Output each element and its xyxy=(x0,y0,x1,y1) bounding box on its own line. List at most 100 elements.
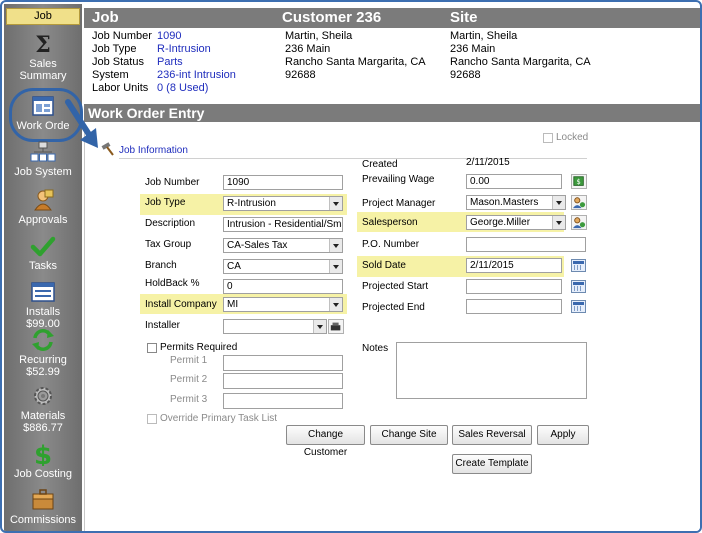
customer-title: Customer 236 xyxy=(282,9,382,26)
svg-text:$: $ xyxy=(576,178,580,186)
sidebar-item-installs[interactable]: Installs $99.00 xyxy=(4,280,82,330)
header-bar xyxy=(84,8,700,28)
permit-3-input[interactable] xyxy=(223,393,343,409)
application-window: Job Σ Sales Summary Work Orde Job System… xyxy=(0,0,702,533)
po-number-input[interactable] xyxy=(466,237,586,252)
sidebar-item-label: Job System xyxy=(14,166,72,178)
salesperson-select[interactable]: George.Miller xyxy=(466,215,566,230)
project-manager-value: Mason.Masters xyxy=(470,197,539,208)
apply-button[interactable]: Apply xyxy=(537,425,589,445)
description-label: Description xyxy=(145,218,196,229)
salesperson-lookup-button[interactable] xyxy=(571,215,587,230)
sidebar-item-commissions[interactable]: Commissions xyxy=(4,488,82,526)
chevron-down-icon[interactable] xyxy=(552,196,565,209)
sidebar-item-label: Tasks xyxy=(28,260,58,272)
notes-textarea[interactable] xyxy=(396,342,587,399)
svg-text:Σ: Σ xyxy=(35,32,51,56)
field-value: 1090 xyxy=(157,30,182,42)
locked-checkbox[interactable] xyxy=(543,133,553,143)
sidebar-item-label: Approvals xyxy=(18,214,68,226)
tax-group-select[interactable]: CA-Sales Tax xyxy=(223,238,343,253)
sidebar-item-sales-summary[interactable]: Σ Sales Summary xyxy=(4,32,82,82)
work-order-title: Work Order Entry xyxy=(84,104,700,122)
chevron-down-icon[interactable] xyxy=(329,197,342,210)
field-label: Job Status xyxy=(92,56,144,68)
permit-2-input[interactable] xyxy=(223,373,343,389)
projected-end-input[interactable] xyxy=(466,299,562,314)
sales-reversal-button[interactable]: Sales Reversal xyxy=(452,425,532,445)
customer-city: Rancho Santa Margarita, CA xyxy=(285,56,426,68)
po-number-label: P.O. Number xyxy=(362,239,420,250)
commissions-icon xyxy=(32,489,54,510)
job-number-label: Job Number xyxy=(145,177,200,188)
job-type-label: Job Type xyxy=(145,197,186,208)
projected-end-label: Projected End xyxy=(362,302,425,313)
work-order-panel: Job Information Locked Job Number 1090 J… xyxy=(84,122,700,531)
field-value: 236-int Intrusion xyxy=(157,69,236,81)
sidebar-item-label: Commissions xyxy=(9,514,76,526)
chevron-down-icon[interactable] xyxy=(552,216,565,229)
sidebar-item-approvals[interactable]: Approvals xyxy=(4,188,82,226)
prevailing-wage-button[interactable]: $ xyxy=(571,174,587,189)
prevailing-wage-input[interactable]: 0.00 xyxy=(466,174,562,189)
create-template-button[interactable]: Create Template xyxy=(452,454,532,474)
sidebar-item-materials[interactable]: Materials $886.77 xyxy=(4,384,82,434)
field-value: R-Intrusion xyxy=(157,43,211,55)
sidebar: Job Σ Sales Summary Work Orde Job System… xyxy=(4,4,83,531)
project-manager-lookup-button[interactable] xyxy=(571,195,587,210)
installs-icon xyxy=(31,282,55,302)
projected-end-calendar-icon[interactable] xyxy=(571,300,586,313)
sidebar-item-tasks[interactable]: Tasks xyxy=(4,234,82,272)
job-type-select[interactable]: R-Intrusion xyxy=(223,196,343,211)
installer-lookup-button[interactable] xyxy=(328,319,344,334)
job-system-icon xyxy=(30,141,56,162)
sold-date-input[interactable]: 2/11/2015 xyxy=(466,258,562,273)
section-divider xyxy=(119,158,587,159)
change-customer-button[interactable]: Change Customer xyxy=(286,425,365,458)
sidebar-header: Job xyxy=(6,8,80,25)
sidebar-item-label: Recurring xyxy=(19,354,67,366)
sidebar-item-job-costing[interactable]: $ Job Costing xyxy=(4,442,82,480)
sold-date-calendar-icon[interactable] xyxy=(571,259,586,272)
money-icon: $ xyxy=(573,176,584,186)
chevron-down-icon[interactable] xyxy=(313,320,326,333)
change-site-button[interactable]: Change Site xyxy=(370,425,448,445)
branch-label: Branch xyxy=(145,260,177,271)
description-input[interactable]: Intrusion - Residential/Small Co xyxy=(223,217,343,232)
approvals-icon xyxy=(34,189,54,211)
chevron-down-icon[interactable] xyxy=(329,260,342,273)
customer-name: Martin, Sheila xyxy=(285,30,353,42)
sidebar-item-label: Sales xyxy=(29,58,57,70)
job-header: Job Customer 236 Site Job Number 1090 Jo… xyxy=(84,4,700,96)
salesperson-label: Salesperson xyxy=(362,217,418,228)
job-number-input[interactable]: 1090 xyxy=(223,175,343,190)
permit-1-input[interactable] xyxy=(223,355,343,371)
section-job-information[interactable]: Job Information xyxy=(119,145,188,157)
holdback-input[interactable]: 0 xyxy=(223,279,343,294)
install-company-select[interactable]: MI xyxy=(223,297,343,312)
sidebar-item-label: Installs xyxy=(25,306,61,318)
permits-required-checkbox[interactable] xyxy=(147,343,157,353)
branch-value: CA xyxy=(227,261,241,272)
install-company-label: Install Company xyxy=(145,299,217,310)
projected-start-calendar-icon[interactable] xyxy=(571,280,586,293)
install-company-value: MI xyxy=(227,299,239,310)
project-manager-select[interactable]: Mason.Masters xyxy=(466,195,566,210)
field-value: 0 (8 Used) xyxy=(157,82,209,94)
sigma-icon: Σ xyxy=(35,32,51,56)
chevron-down-icon[interactable] xyxy=(329,298,342,311)
sidebar-item-recurring[interactable]: Recurring $52.99 xyxy=(4,328,82,378)
permit-2-label: Permit 2 xyxy=(170,374,208,385)
tools-icon xyxy=(330,322,341,331)
override-task-list-checkbox[interactable] xyxy=(147,414,157,424)
created-value: 2/11/2015 xyxy=(466,157,510,168)
field-label: Job Type xyxy=(92,43,137,55)
checkmark-icon xyxy=(30,236,56,257)
tax-group-value: CA-Sales Tax xyxy=(227,240,288,251)
field-label: Job Number xyxy=(92,30,152,42)
chevron-down-icon[interactable] xyxy=(329,239,342,252)
projected-start-input[interactable] xyxy=(466,279,562,294)
installer-select[interactable] xyxy=(223,319,327,334)
branch-select[interactable]: CA xyxy=(223,259,343,274)
job-title: Job xyxy=(92,9,119,26)
